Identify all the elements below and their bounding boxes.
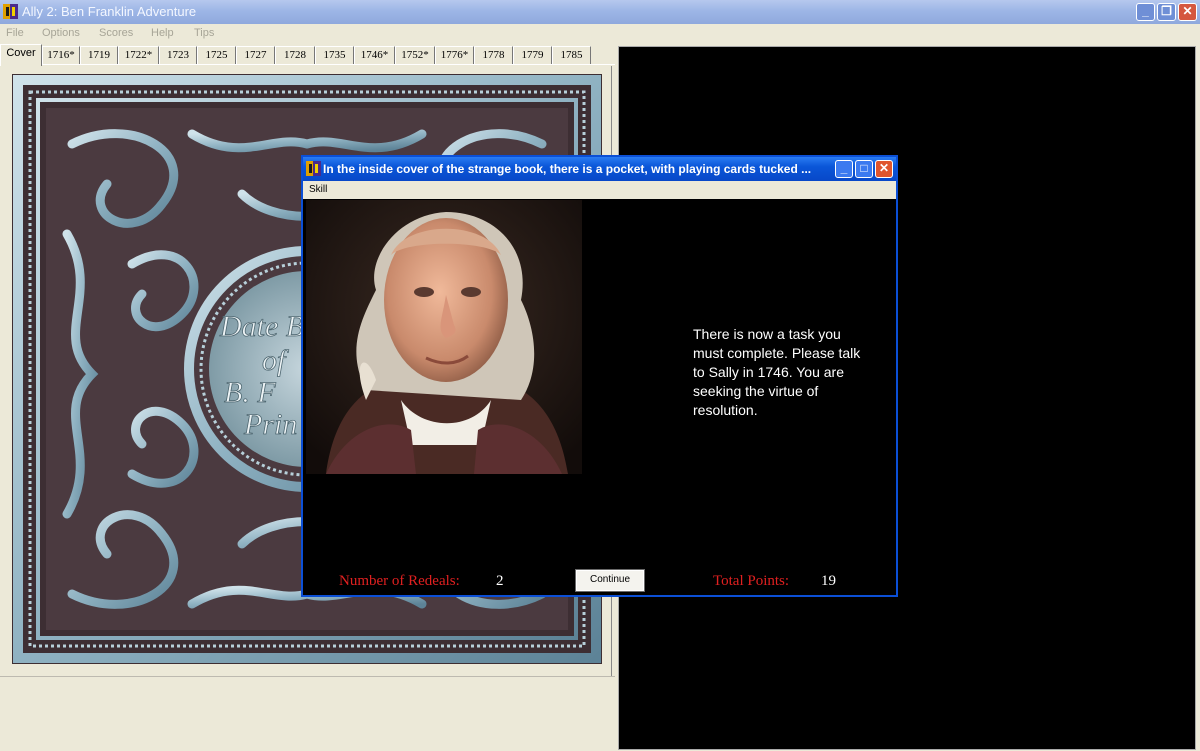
tab-1735[interactable]: 1735 <box>315 46 354 65</box>
restore-button[interactable]: ❐ <box>1157 3 1176 21</box>
tab-1778[interactable]: 1778 <box>474 46 513 65</box>
tab-1716[interactable]: 1716* <box>42 46 80 65</box>
app-icon <box>3 4 18 19</box>
tab-1727[interactable]: 1727 <box>236 46 275 65</box>
tab-1719[interactable]: 1719 <box>80 46 118 65</box>
dialog-title: In the inside cover of the strange book,… <box>323 162 812 176</box>
tab-1722[interactable]: 1722* <box>118 46 159 65</box>
menu-options[interactable]: Options <box>42 27 80 39</box>
close-button[interactable]: ✕ <box>1178 3 1197 21</box>
menu-bar: File Options Scores Help Tips <box>0 24 1200 43</box>
tab-strip-line <box>0 64 615 65</box>
dialog-maximize-button[interactable]: □ <box>855 160 873 178</box>
tab-1723[interactable]: 1723 <box>159 46 197 65</box>
tab-1785[interactable]: 1785 <box>552 46 591 65</box>
dialog-title-bar[interactable]: In the inside cover of the strange book,… <box>303 157 896 181</box>
menu-scores[interactable]: Scores <box>99 27 133 39</box>
redeals-label: Number of Redeals: <box>339 573 460 589</box>
menu-help[interactable]: Help <box>151 27 174 39</box>
minimize-button[interactable]: _ <box>1136 3 1155 21</box>
tab-1776[interactable]: 1776* <box>435 46 474 65</box>
main-title-bar[interactable]: Ally 2: Ben Franklin Adventure _ ❐ ✕ <box>0 0 1200 24</box>
redeals-value: 2 <box>496 573 504 589</box>
continue-button[interactable]: Continue <box>575 569 645 592</box>
left-status-area <box>0 676 615 751</box>
dialog-message: There is now a task you must complete. P… <box>693 326 861 418</box>
dialog-menu-bar: Skill <box>303 181 896 199</box>
cover-text-line-3: B. F <box>224 376 276 409</box>
tab-1779[interactable]: 1779 <box>513 46 552 65</box>
ben-franklin-portrait <box>306 200 582 474</box>
window-title: Ally 2: Ben Franklin Adventure <box>22 4 197 19</box>
dialog-minimize-button[interactable]: _ <box>835 160 853 178</box>
cover-text-line-4: Prin <box>243 408 297 441</box>
cover-text-line-1: Date B <box>219 310 304 343</box>
tab-1746[interactable]: 1746* <box>354 46 395 65</box>
menu-tips[interactable]: Tips <box>194 27 214 39</box>
cover-text-line-2: of <box>262 344 289 377</box>
dialog-app-icon <box>306 161 321 176</box>
dialog-close-button[interactable]: ✕ <box>875 160 893 178</box>
tab-1752[interactable]: 1752* <box>395 46 435 65</box>
message-dialog: In the inside cover of the strange book,… <box>301 155 898 597</box>
tab-1728[interactable]: 1728 <box>275 46 315 65</box>
total-points-label: Total Points: <box>713 573 790 589</box>
tab-1725[interactable]: 1725 <box>197 46 236 65</box>
total-points-value: 19 <box>821 573 836 589</box>
menu-skill[interactable]: Skill <box>309 184 327 195</box>
menu-file[interactable]: File <box>6 27 24 39</box>
tab-cover[interactable]: Cover <box>0 44 42 66</box>
